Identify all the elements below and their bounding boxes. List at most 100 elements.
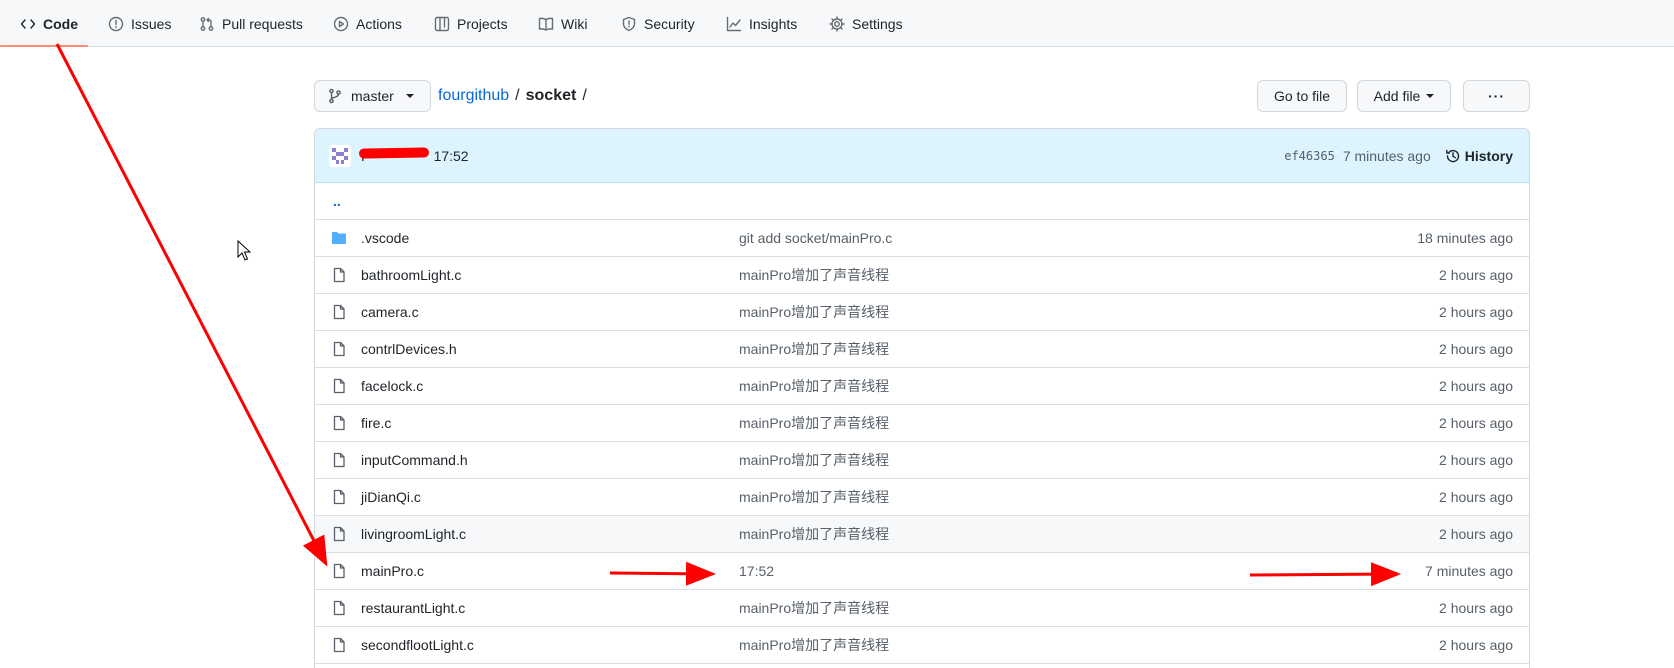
file-list: F 17:52 ef46365 7 minutes ago History ..…: [314, 128, 1530, 668]
file-commit-age: 2 hours ago: [1439, 304, 1513, 320]
file-commit-age: 2 hours ago: [1439, 378, 1513, 394]
file-commit-message[interactable]: mainPro增加了声音线程: [739, 376, 1353, 396]
file-row[interactable]: bathroomLight.c mainPro增加了声音线程 2 hours ago: [315, 257, 1529, 294]
tab-security[interactable]: Security: [619, 0, 697, 47]
file-rows: .vscode git add socket/mainPro.c 18 minute…: [315, 220, 1529, 664]
latest-commit-bar: F 17:52 ef46365 7 minutes ago History: [315, 129, 1529, 183]
file-commit-age: 2 hours ago: [1439, 341, 1513, 357]
file-icon: [333, 378, 345, 394]
file-icon: [333, 489, 345, 505]
avatar[interactable]: [329, 144, 351, 167]
git-branch-icon: [329, 88, 341, 104]
tab-projects[interactable]: Projects: [432, 0, 510, 47]
file-name-link[interactable]: .vscode: [361, 230, 739, 246]
repo-nav: Code Issues Pull requests Actions Projec…: [0, 0, 1674, 47]
breadcrumb-repo-link[interactable]: fourgithub: [438, 87, 509, 105]
tab-actions[interactable]: Actions: [331, 0, 404, 47]
file-row[interactable]: livingroomLight.c mainPro增加了声音线程 2 hours a…: [315, 516, 1529, 553]
file-row[interactable]: facelock.c mainPro增加了声音线程 2 hours ago: [315, 368, 1529, 405]
tab-insights[interactable]: Insights: [724, 0, 799, 47]
commit-time: 7 minutes ago: [1342, 147, 1431, 164]
file-name-link[interactable]: mainPro.c: [361, 563, 739, 579]
add-file-button[interactable]: Add file: [1357, 80, 1451, 112]
file-row[interactable]: mainPro.c 17:52 7 minutes ago: [315, 553, 1529, 590]
breadcrumb: fourgithub / socket /: [438, 84, 593, 108]
file-commit-age: 18 minutes ago: [1417, 230, 1513, 246]
parent-directory-link[interactable]: ..: [315, 183, 1529, 220]
file-row[interactable]: inputCommand.h mainPro增加了声音线程 2 hours ago: [315, 442, 1529, 479]
issue-icon: [108, 16, 124, 31]
branch-name: master: [351, 88, 394, 104]
file-name-link[interactable]: fire.c: [361, 415, 739, 431]
tab-settings[interactable]: Settings: [827, 0, 905, 47]
file-commit-message[interactable]: git add socket/mainPro.c: [739, 230, 1353, 246]
tab-security-label: Security: [644, 15, 695, 32]
file-name-link[interactable]: contrlDevices.h: [361, 341, 739, 357]
file-icon: [333, 452, 345, 468]
file-commit-age: 2 hours ago: [1439, 526, 1513, 542]
code-icon: [20, 18, 36, 29]
file-commit-age: 2 hours ago: [1439, 452, 1513, 468]
file-name-link[interactable]: bathroomLight.c: [361, 267, 739, 283]
file-name-link[interactable]: livingroomLight.c: [361, 526, 739, 542]
file-commit-message[interactable]: mainPro增加了声音线程: [739, 413, 1353, 433]
file-name-link[interactable]: camera.c: [361, 304, 739, 320]
file-commit-message[interactable]: mainPro增加了声音线程: [739, 302, 1353, 322]
tab-code-label: Code: [43, 15, 78, 32]
history-label: History: [1464, 147, 1513, 164]
file-icon: [333, 341, 345, 357]
file-commit-message[interactable]: mainPro增加了声音线程: [739, 635, 1353, 655]
file-row[interactable]: fire.c mainPro增加了声音线程 2 hours ago: [315, 405, 1529, 442]
file-commit-message[interactable]: mainPro增加了声音线程: [739, 339, 1353, 359]
go-to-file-button[interactable]: Go to file: [1257, 80, 1347, 112]
file-name-link[interactable]: facelock.c: [361, 378, 739, 394]
tab-insights-label: Insights: [749, 15, 798, 32]
file-commit-message[interactable]: mainPro增加了声音线程: [739, 450, 1353, 470]
tab-wiki[interactable]: Wiki: [536, 0, 589, 47]
pull-request-icon: [200, 16, 214, 31]
play-icon: [333, 16, 349, 31]
breadcrumb-trailing-separator: /: [582, 87, 587, 104]
file-name-link[interactable]: inputCommand.h: [361, 452, 739, 468]
history-link[interactable]: History: [1445, 148, 1513, 164]
parent-directory-label: ..: [333, 193, 341, 209]
file-row[interactable]: jiDianQi.c mainPro增加了声音线程 2 hours ago: [315, 479, 1529, 516]
file-commit-message[interactable]: mainPro增加了声音线程: [739, 487, 1353, 507]
table-icon: [434, 16, 450, 31]
file-row[interactable]: contrlDevices.h mainPro增加了声音线程 2 hours ago: [315, 331, 1529, 368]
graph-icon: [726, 16, 742, 31]
file-commit-message[interactable]: mainPro增加了声音线程: [739, 524, 1353, 544]
tab-pull-requests[interactable]: Pull requests: [197, 0, 305, 47]
file-commit-message[interactable]: mainPro增加了声音线程: [739, 598, 1353, 618]
file-icon: [333, 563, 345, 579]
file-name-link[interactable]: secondflootLight.c: [361, 637, 739, 653]
file-commit-age: 2 hours ago: [1439, 637, 1513, 653]
file-row[interactable]: camera.c mainPro增加了声音线程 2 hours ago: [315, 294, 1529, 331]
tab-issues[interactable]: Issues: [106, 0, 173, 47]
tab-code[interactable]: Code: [18, 0, 80, 47]
selected-tab-underline: [0, 45, 88, 47]
annotation-arrow-to-file: [55, 43, 328, 567]
tab-actions-label: Actions: [356, 15, 402, 32]
file-commit-age: 7 minutes ago: [1425, 563, 1513, 579]
mouse-cursor-icon: [237, 240, 251, 261]
file-icon: [333, 267, 345, 283]
file-name-link[interactable]: jiDianQi.c: [361, 489, 739, 505]
more-options-button[interactable]: ···: [1463, 80, 1530, 112]
chevron-down-icon: [1426, 94, 1435, 98]
file-icon: [333, 415, 345, 431]
branch-selector[interactable]: master: [314, 80, 431, 112]
commit-message[interactable]: 17:52: [434, 148, 469, 164]
tab-pull-requests-label: Pull requests: [222, 15, 303, 32]
file-row[interactable]: secondflootLight.c mainPro增加了声音线程 2 hours …: [315, 627, 1529, 664]
file-row[interactable]: restaurantLight.c mainPro增加了声音线程 2 hours a…: [315, 590, 1529, 627]
file-name-link[interactable]: restaurantLight.c: [361, 600, 739, 616]
file-commit-message[interactable]: mainPro增加了声音线程: [739, 265, 1353, 285]
file-commit-message[interactable]: 17:52: [739, 563, 1353, 579]
commit-sha[interactable]: ef46365: [1284, 149, 1335, 163]
file-icon: [333, 304, 345, 320]
shield-icon: [622, 16, 636, 31]
history-icon: [1445, 149, 1459, 162]
tab-wiki-label: Wiki: [561, 15, 588, 32]
file-row[interactable]: .vscode git add socket/mainPro.c 18 minute…: [315, 220, 1529, 257]
